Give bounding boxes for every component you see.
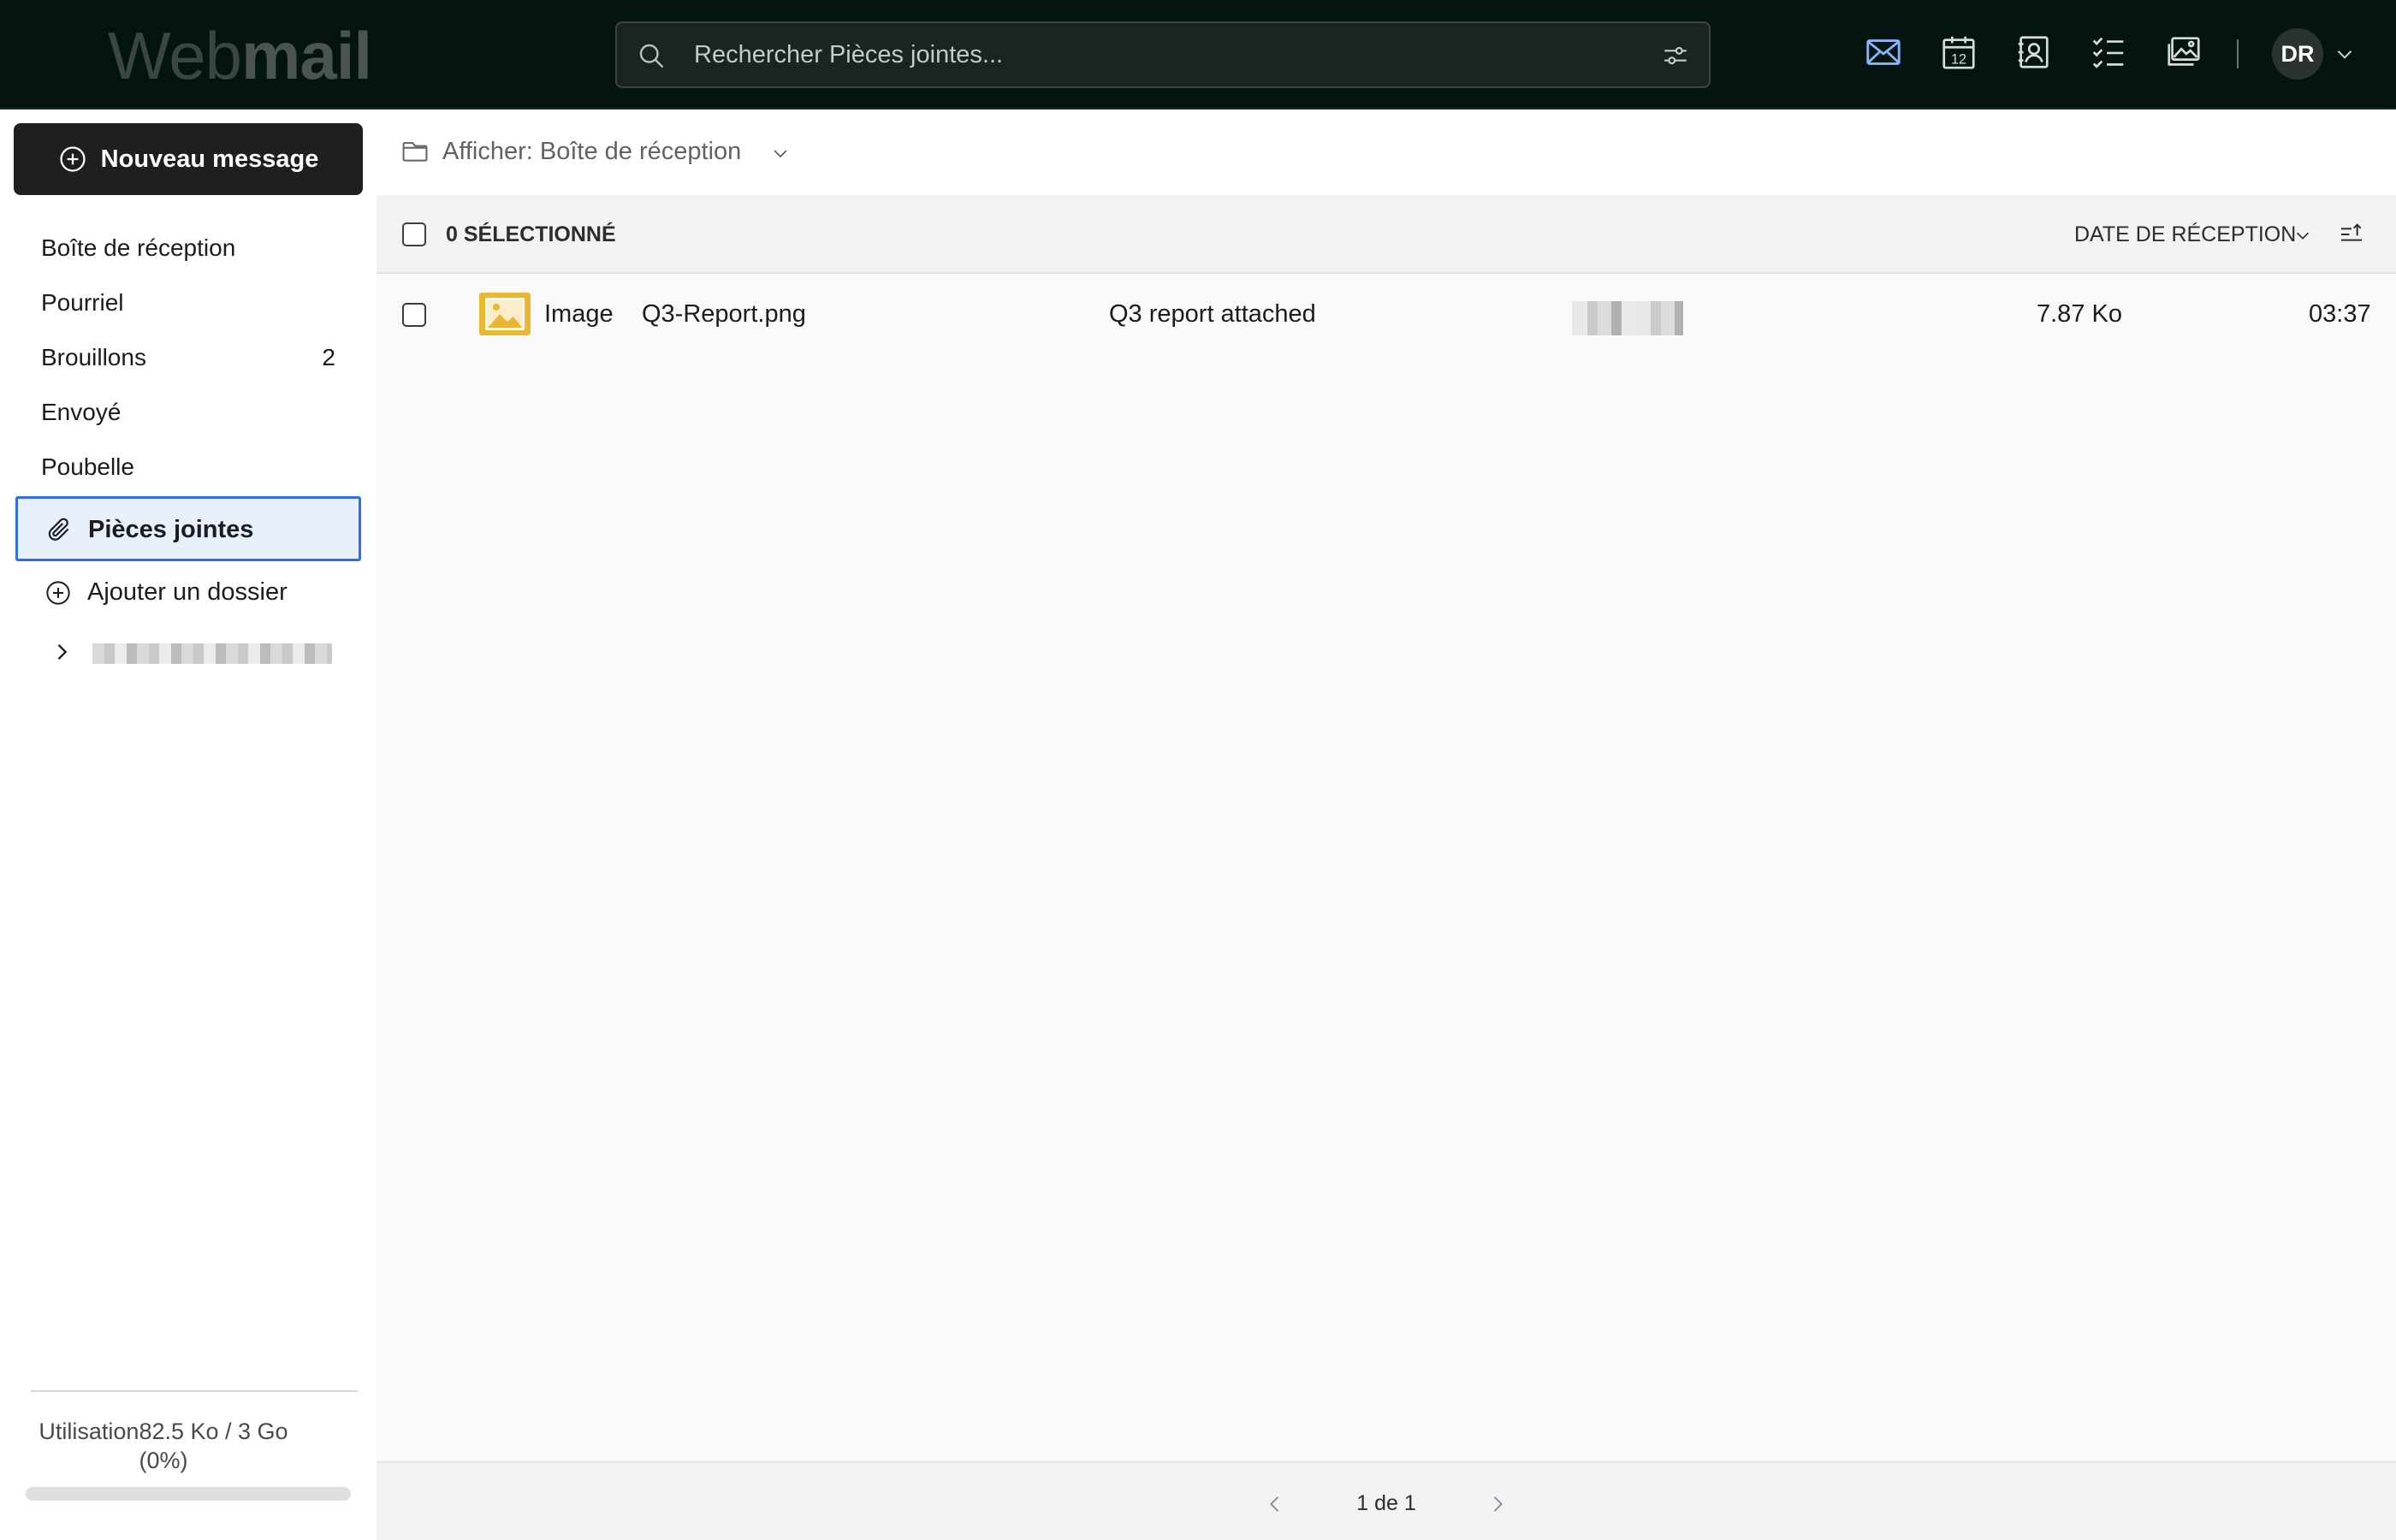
user-avatar[interactable]: DR xyxy=(2272,28,2323,80)
add-folder-label: Ajouter un dossier xyxy=(87,578,288,606)
received-time: 03:37 xyxy=(2309,300,2371,328)
paperclip-icon xyxy=(48,518,69,541)
folder-drafts[interactable]: Brouillons 2 xyxy=(41,341,335,375)
file-type-label: Image xyxy=(544,300,614,328)
toolbar-divider xyxy=(2237,39,2239,68)
storage-usage-bar xyxy=(26,1487,351,1501)
sidebar: Nouveau message Boîte de réception Pourr… xyxy=(0,110,377,1540)
folder-label: Poubelle xyxy=(41,453,134,480)
chevron-left-icon[interactable] xyxy=(1263,1492,1287,1516)
mail-icon xyxy=(1866,39,1901,65)
sort-dropdown[interactable]: DATE DE RÉCEPTION xyxy=(2074,221,2296,248)
selected-count-label: 0 SÉLECTIONNÉ xyxy=(446,222,616,246)
top-bar: Webmail 12 xyxy=(0,0,2396,110)
contacts-app-button[interactable] xyxy=(2013,33,2058,77)
storage-usage-percent: (0%) xyxy=(139,1448,188,1473)
calendar-day-number: 12 xyxy=(1951,51,1966,67)
storage-usage-text: Utilisation82.5 Ko / 3 Go xyxy=(39,1419,288,1444)
new-message-button[interactable]: Nouveau message xyxy=(14,123,363,195)
email-subject[interactable]: Q3 report attached xyxy=(1109,297,1316,331)
folder-spam[interactable]: Pourriel xyxy=(41,286,332,320)
drafts-count-badge: 2 xyxy=(322,344,335,370)
redacted-account-name xyxy=(92,643,332,664)
calendar-app-button[interactable]: 12 xyxy=(1939,33,1984,77)
view-dropdown[interactable]: Afficher: Boîte de réception xyxy=(442,135,741,168)
logo-text-bold: mail xyxy=(240,18,372,93)
file-size: 7.87 Ko xyxy=(2037,300,2122,328)
folder-icon xyxy=(402,142,428,162)
select-all-checkbox[interactable] xyxy=(402,222,426,246)
logo-text-light: Web xyxy=(108,18,242,93)
row-checkbox[interactable] xyxy=(402,303,426,327)
search-input[interactable] xyxy=(694,23,1592,86)
plus-circle-icon xyxy=(60,146,86,172)
chevron-right-icon[interactable] xyxy=(50,640,74,664)
filter-options-icon[interactable] xyxy=(1661,41,1690,70)
chevron-down-icon[interactable] xyxy=(2334,43,2356,65)
folder-sent[interactable]: Envoyé xyxy=(41,395,332,429)
redacted-sender xyxy=(1572,301,1683,335)
chevron-down-icon[interactable] xyxy=(2293,226,2312,245)
plus-circle-icon xyxy=(46,581,70,605)
image-file-icon xyxy=(479,293,531,335)
folder-label: Pièces jointes xyxy=(88,516,254,543)
new-message-label: Nouveau message xyxy=(100,145,319,173)
search-bar xyxy=(615,21,1711,88)
folder-label: Brouillons xyxy=(41,344,146,370)
view-selector-bar: Afficher: Boîte de réception xyxy=(377,110,2396,195)
chevron-right-icon[interactable] xyxy=(1486,1492,1509,1516)
file-name[interactable]: Q3-Report.png xyxy=(642,297,806,331)
folder-label: Envoyé xyxy=(41,399,122,425)
sort-direction-icon[interactable] xyxy=(2338,221,2365,248)
folder-trash[interactable]: Poubelle xyxy=(41,450,332,484)
sidebar-divider xyxy=(31,1390,358,1392)
mail-app-button[interactable] xyxy=(1864,33,1908,77)
contacts-icon xyxy=(2018,36,2049,68)
attachment-list: 0 SÉLECTIONNÉ DATE DE RÉCEPTION Image Q3… xyxy=(377,195,2396,1461)
chevron-down-icon[interactable] xyxy=(770,143,791,163)
folder-label: Boîte de réception xyxy=(41,234,236,261)
folder-label: Pourriel xyxy=(41,289,124,316)
list-header: 0 SÉLECTIONNÉ DATE DE RÉCEPTION xyxy=(377,195,2396,274)
app-logo[interactable]: Webmail xyxy=(108,18,372,93)
page-indicator: 1 de 1 xyxy=(1356,1491,1416,1515)
search-icon xyxy=(639,44,664,68)
photos-app-button[interactable] xyxy=(2164,33,2209,77)
folder-inbox[interactable]: Boîte de réception xyxy=(41,231,332,265)
tasks-icon xyxy=(2092,37,2124,68)
folder-attachments[interactable]: Pièces jointes xyxy=(15,496,361,561)
photos-icon xyxy=(2168,37,2200,66)
storage-usage: Utilisation82.5 Ko / 3 Go (0%) xyxy=(22,1417,305,1475)
pagination-bar: 1 de 1 xyxy=(377,1461,2396,1540)
tasks-app-button[interactable] xyxy=(2089,33,2133,77)
calendar-icon: 12 xyxy=(1942,36,1975,69)
